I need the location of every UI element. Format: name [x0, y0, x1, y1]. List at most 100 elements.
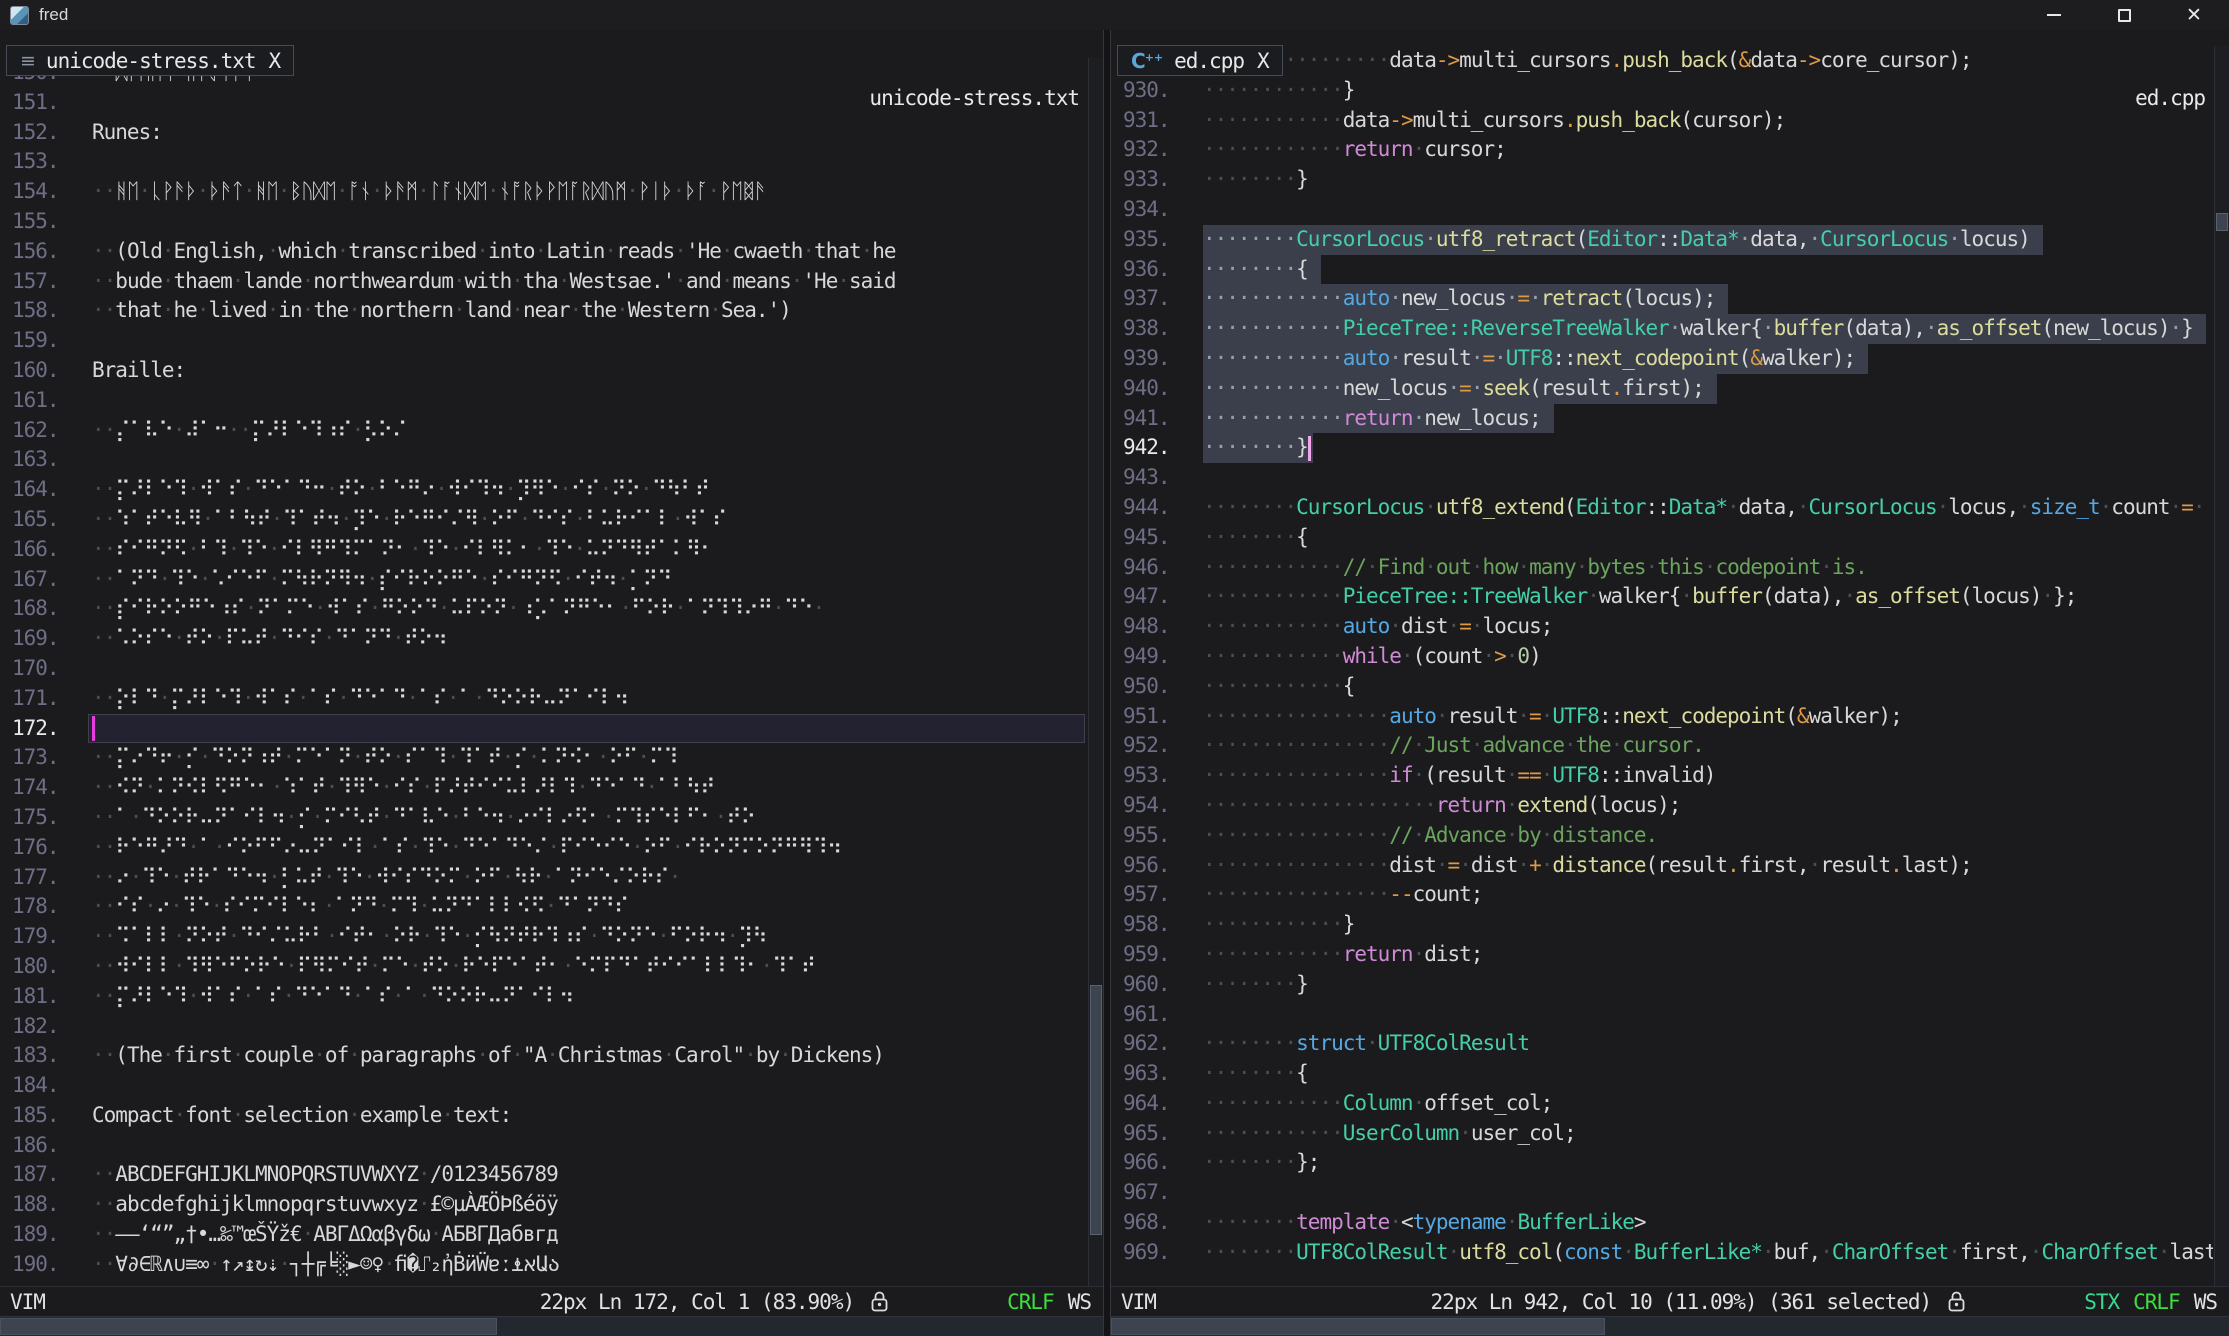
code-line[interactable]: 966.········}; — [1111, 1148, 2213, 1178]
code-line[interactable]: 174.··⠪⠝·⠅⠝⠪⠇⠫⠛⠑⠂·⠱⠁⠞·⠹⠻⠑·⠊⠎·⠏⠜⠞⠊⠊⠥⠇⠜⠇⠹·… — [0, 773, 1087, 803]
tab-close-icon[interactable]: X — [269, 49, 281, 73]
horizontal-scrollbar-left[interactable] — [0, 1316, 1103, 1336]
code-line[interactable]: 944.········CursorLocus·utf8_extend(Edit… — [1111, 493, 2213, 523]
code-line[interactable]: 179.··⠩⠁⠇⠇·⠝⠕⠞·⠙⠊⠌⠥⠗⠃·⠊⠞⠂·⠕⠗·⠹⠑·⡊⠳⠝⠞⠗⠹⠰⠎… — [0, 922, 1087, 952]
tab-unicode-stress[interactable]: ≡ unicode-stress.txt X — [6, 45, 294, 76]
code-line[interactable]: 163. — [0, 445, 1087, 475]
tab-ed-cpp[interactable]: C++ ed.cpp X — [1117, 45, 1283, 76]
code-line[interactable]: 152.Runes: — [0, 118, 1087, 148]
code-line[interactable]: 941.············return·new_locus; — [1111, 404, 2213, 434]
code-area-right[interactable]: 929.················data->multi_cursors.… — [1111, 46, 2213, 1286]
code-line[interactable]: 947.············PieceTree::TreeWalker·wa… — [1111, 582, 2213, 612]
vertical-scroll-thumb-left[interactable] — [1090, 985, 1102, 1235]
code-line[interactable]: 962.········struct·UTF8ColResult — [1111, 1029, 2213, 1059]
code-line[interactable]: 951.················auto·result·=·UTF8::… — [1111, 702, 2213, 732]
code-line[interactable]: 171.··⡕⠇⠙·⡍⠜⠇⠑⠹·⠺⠁⠎·⠁⠎·⠙⠑⠁⠙·⠁⠎·⠁·⠙⠕⠕⠗⠤⠝⠁… — [0, 684, 1087, 714]
code-line[interactable]: 940.············new_locus·=·seek(result.… — [1111, 374, 2213, 404]
code-line[interactable]: 164.··⡍⠜⠇⠑⠹·⠺⠁⠎·⠙⠑⠁⠙⠒·⠞⠕·⠃⠑⠛⠔·⠺⠊⠹⠲·⡹⠻⠑·⠊… — [0, 475, 1087, 505]
status-indicator-ws[interactable]: WS — [1068, 1290, 1091, 1314]
code-line[interactable]: 177.··⠔·⠹⠑·⠞⠗⠁⠙⠑⠲·⡃⠥⠞·⠹⠑·⠺⠊⠎⠙⠕⠍·⠕⠋·⠳⠗·⠁⠝… — [0, 863, 1087, 893]
code-line[interactable]: 964.············Column·offset_col; — [1111, 1089, 2213, 1119]
code-line[interactable]: 159. — [0, 326, 1087, 356]
code-line[interactable]: 182. — [0, 1012, 1087, 1042]
status-indicator-stx[interactable]: STX — [2084, 1290, 2119, 1314]
code-line[interactable]: 186. — [0, 1131, 1087, 1161]
status-indicator-ws[interactable]: WS — [2194, 1290, 2217, 1314]
code-line[interactable]: 967. — [1111, 1178, 2213, 1208]
status-indicators-left[interactable]: CRLF WS — [1007, 1290, 1091, 1314]
code-line[interactable]: 961. — [1111, 1000, 2213, 1030]
code-line[interactable]: 963.········{ — [1111, 1059, 2213, 1089]
code-line[interactable]: 968.········template·<typename·BufferLik… — [1111, 1208, 2213, 1238]
code-line[interactable]: 173.··⡍⠔⠙⠖·⡊·⠙⠕⠝⠰⠞·⠍⠑⠁⠝·⠞⠕·⠎⠁⠹·⠹⠁⠞·⡊·⠅⠝⠪… — [0, 743, 1087, 773]
code-line[interactable]: 168.··⡎⠊⠗⠕⠕⠛⠑⠰⠎·⠝⠁⠍⠑·⠺⠁⠎·⠛⠕⠕⠙·⠥⠏⠕⠝·⠰⡡⠁⠝⠛… — [0, 594, 1087, 624]
code-line[interactable]: 958.············} — [1111, 910, 2213, 940]
code-line[interactable]: 948.············auto·dist·=·locus; — [1111, 612, 2213, 642]
horizontal-scroll-thumb-left[interactable] — [0, 1318, 497, 1335]
code-line[interactable]: 969.········UTF8ColResult·utf8_col(const… — [1111, 1238, 2213, 1268]
code-line[interactable]: 160.Braille: — [0, 356, 1087, 386]
close-button[interactable]: ✕ — [2159, 0, 2229, 30]
code-line[interactable]: 932.············return·cursor; — [1111, 135, 2213, 165]
code-line[interactable]: 185.Compact·font·selection·example·text: — [0, 1101, 1087, 1131]
code-line[interactable]: 933.········} — [1111, 165, 2213, 195]
code-line[interactable]: 169.··⠡⠕⠎⠑·⠞⠕·⠏⠥⠞·⠙⠊⠎·⠙⠁⠝⠙·⠞⠕⠲ — [0, 624, 1087, 654]
code-line[interactable]: 954.····················return·extend(lo… — [1111, 791, 2213, 821]
code-area-left[interactable]: 150.··ᛞᚩᛗᛖᛋ·ᚻᛚᛇᛏᚪᚾ151.152.Runes:153.154.… — [0, 58, 1087, 1286]
status-indicator-crlf[interactable]: CRLF — [2133, 1290, 2180, 1314]
code-line[interactable]: 189.··–—‘“”„†•…‰™œŠŸž€·ΑΒΓΔΩαβγδω·АБВГДа… — [0, 1220, 1087, 1250]
code-line[interactable]: 942.········} — [1111, 433, 2213, 463]
status-indicators-right[interactable]: STX CRLF WS — [2084, 1290, 2217, 1314]
code-line[interactable]: 180.··⠺⠊⠇⠇·⠹⠻⠑⠋⠕⠗⠑·⠏⠻⠍⠊⠞·⠍⠑·⠞⠕·⠗⠑⠏⠑⠁⠞⠂·⠑… — [0, 952, 1087, 982]
code-line[interactable]: 956.················dist·=·dist·+·distan… — [1111, 851, 2213, 881]
code-line[interactable]: 165.··⠱⠁⠞⠑⠧⠻·⠁⠃⠳⠞·⠹⠁⠞⠲·⡹⠑·⠗⠑⠛⠊⠌⠻·⠕⠋·⠙⠊⠎·… — [0, 505, 1087, 535]
code-line[interactable]: 190.··∀∂∈ℝ∧∪≡∞·↑↗↨↻⇣·┐┼╔╘░►☺♀·ﬁ�⑀₂ἠḂӥẄɐː… — [0, 1250, 1087, 1280]
lock-icon[interactable] — [1947, 1290, 1966, 1314]
code-line[interactable]: 952.················//·Just·advance·the·… — [1111, 731, 2213, 761]
code-line[interactable]: 949.············while·(count·>·0) — [1111, 642, 2213, 672]
code-line[interactable]: 946.············//·Find·out·how·many·byt… — [1111, 553, 2213, 583]
code-line[interactable]: 930.············} — [1111, 76, 2213, 106]
code-line[interactable]: 943. — [1111, 463, 2213, 493]
minimize-button[interactable] — [2019, 0, 2089, 30]
code-line[interactable]: 934. — [1111, 195, 2213, 225]
code-line[interactable]: 950.············{ — [1111, 672, 2213, 702]
code-line[interactable]: 167.··⠁⠝⠙·⠹⠑·⠡⠊⠑⠋·⠍⠳⠗⠝⠻⠲·⡎⠊⠗⠕⠕⠛⠑·⠎⠊⠛⠝⠫·⠊… — [0, 565, 1087, 595]
code-line[interactable]: 155. — [0, 207, 1087, 237]
code-line[interactable]: 166.··⠎⠊⠛⠝⠫·⠃⠹·⠹⠑·⠊⠇⠻⠛⠹⠍⠁⠝⠂·⠹⠑·⠊⠇⠻⠅⠂·⠹⠑·… — [0, 535, 1087, 565]
code-line[interactable]: 936.········{ — [1111, 255, 2213, 285]
tab-close-icon[interactable]: X — [1257, 49, 1269, 73]
status-indicator-crlf[interactable]: CRLF — [1007, 1290, 1054, 1314]
code-line[interactable]: 935.········CursorLocus·utf8_retract(Edi… — [1111, 225, 2213, 255]
lock-icon[interactable] — [870, 1290, 889, 1314]
code-line[interactable]: 175.··⠁·⠙⠕⠕⠗⠤⠝⠁⠊⠇⠲·⡊·⠍⠊⠣⠞·⠙⠁⠧⠑·⠃⠑⠲·⠔⠊⠇⠔⠫… — [0, 803, 1087, 833]
code-line[interactable]: 945.········{ — [1111, 523, 2213, 553]
vertical-scrollbar-left[interactable] — [1088, 58, 1103, 1286]
maximize-button[interactable] — [2089, 0, 2159, 30]
code-line[interactable]: 181.··⡍⠜⠇⠑⠹·⠺⠁⠎·⠁⠎·⠙⠑⠁⠙·⠁⠎·⠁·⠙⠕⠕⠗⠤⠝⠁⠊⠇⠲ — [0, 982, 1087, 1012]
code-line[interactable]: 953.················if·(result·==·UTF8::… — [1111, 761, 2213, 791]
code-line[interactable]: 176.··⠗⠑⠛⠜⠙·⠁·⠊⠕⠋⠋⠔⠤⠝⠁⠊⠇·⠁⠎·⠹⠑·⠙⠑⠁⠙⠑⠌·⠏⠊… — [0, 833, 1087, 863]
code-line[interactable]: 157.··bude·thaem·lande·northweardum·with… — [0, 267, 1087, 297]
code-line[interactable]: 959.············return·dist; — [1111, 940, 2213, 970]
code-line[interactable]: 931.············data->multi_cursors.push… — [1111, 106, 2213, 136]
vertical-scrollbar-right[interactable] — [2214, 46, 2229, 1286]
code-line[interactable]: 162.··⡌⠁⠧⠑·⠼⠁⠒··⡍⠜⠇⠑⠹⠰⠎·⡣⠕⠌ — [0, 416, 1087, 446]
code-line[interactable]: 184. — [0, 1071, 1087, 1101]
code-line[interactable]: 939.············auto·result·=·UTF8::next… — [1111, 344, 2213, 374]
vertical-scroll-thumb-right[interactable] — [2216, 213, 2228, 231]
code-line[interactable]: 937.············auto·new_locus·=·retract… — [1111, 284, 2213, 314]
code-line[interactable]: 172. — [0, 714, 1087, 744]
code-line[interactable]: 957.················--count; — [1111, 880, 2213, 910]
code-line[interactable]: 178.··⠊⠎·⠔·⠹⠑·⠎⠊⠍⠊⠇⠑⠆·⠁⠝⠙·⠍⠹·⠥⠝⠙⠁⠇⠇⠪⠫·⠙⠁… — [0, 892, 1087, 922]
code-line[interactable]: 955.················//·Advance·by·distan… — [1111, 821, 2213, 851]
horizontal-scrollbar-right[interactable] — [1111, 1316, 2229, 1336]
code-line[interactable]: 154.··ᚻᛖ·ᚳᚹᚫᚦ·ᚦᚫᛏ·ᚻᛖ·ᛒᚢᛞᛖ·ᚩᚾ·ᚦᚫᛗ·ᛚᚪᚾᛞᛖ·ᚾ… — [0, 177, 1087, 207]
horizontal-scroll-thumb-right[interactable] — [1111, 1318, 1605, 1335]
code-line[interactable]: 965.············UserColumn·user_col; — [1111, 1119, 2213, 1149]
code-line[interactable]: 938.············PieceTree::ReverseTreeWa… — [1111, 314, 2213, 344]
code-line[interactable]: 158.··that·he·lived·in·the·northern·land… — [0, 296, 1087, 326]
code-line[interactable]: 183.··(The·first·couple·of·paragraphs·of… — [0, 1041, 1087, 1071]
code-line[interactable]: 187.··ABCDEFGHIJKLMNOPQRSTUVWXYZ·/012345… — [0, 1160, 1087, 1190]
code-line[interactable]: 960.········} — [1111, 970, 2213, 1000]
